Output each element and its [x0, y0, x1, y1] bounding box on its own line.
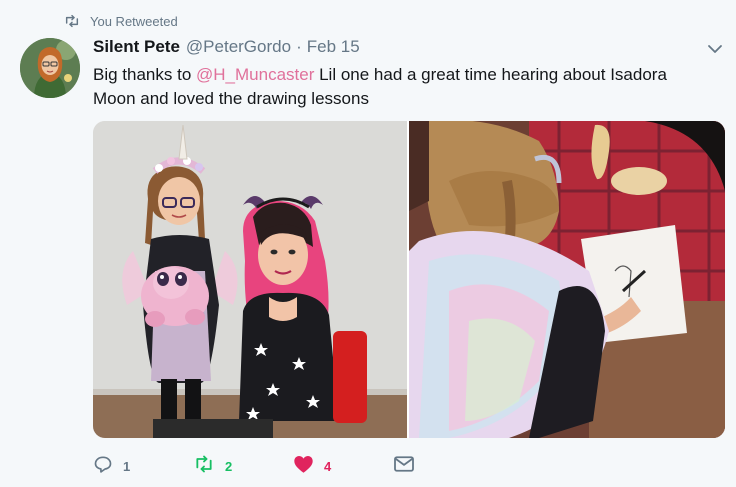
avatar[interactable]	[20, 38, 80, 98]
tweet-timestamp[interactable]: Feb 15	[307, 37, 360, 57]
chevron-down-icon[interactable]	[706, 40, 724, 58]
tweet-text-intro: Big thanks to	[93, 65, 197, 84]
reply-count: 1	[123, 458, 131, 474]
tweet-header: Silent Pete @PeterGordo · Feb 15	[93, 37, 360, 59]
photo-girl-with-author[interactable]	[93, 121, 407, 438]
tweet-actions: 1 2 4	[93, 454, 415, 478]
header-separator: ·	[296, 37, 302, 56]
retweet-count: 2	[225, 458, 233, 474]
retweet-button[interactable]: 2	[193, 454, 293, 479]
like-button[interactable]: 4	[293, 454, 393, 479]
retweet-icon	[193, 454, 215, 479]
author-name[interactable]: Silent Pete	[93, 37, 180, 57]
photo-girl-drawing[interactable]	[409, 121, 725, 438]
media-grid	[93, 121, 725, 438]
envelope-icon	[393, 455, 415, 478]
like-count: 4	[324, 458, 332, 474]
retweet-icon	[64, 13, 80, 29]
tweet-card[interactable]: You Retweeted Silent Pete @PeterGordo · …	[0, 0, 736, 487]
tweet-text: Big thanks to @H_Muncaster Lil one had a…	[93, 63, 713, 111]
direct-message-button[interactable]	[393, 455, 415, 478]
retweet-context-label: You Retweeted	[90, 13, 178, 29]
reply-icon	[93, 454, 113, 479]
mention-link[interactable]: @H_Muncaster	[196, 65, 314, 84]
reply-button[interactable]: 1	[93, 454, 193, 479]
heart-icon	[293, 454, 314, 479]
author-handle[interactable]: @PeterGordo	[186, 37, 291, 57]
retweet-context: You Retweeted	[64, 12, 178, 30]
